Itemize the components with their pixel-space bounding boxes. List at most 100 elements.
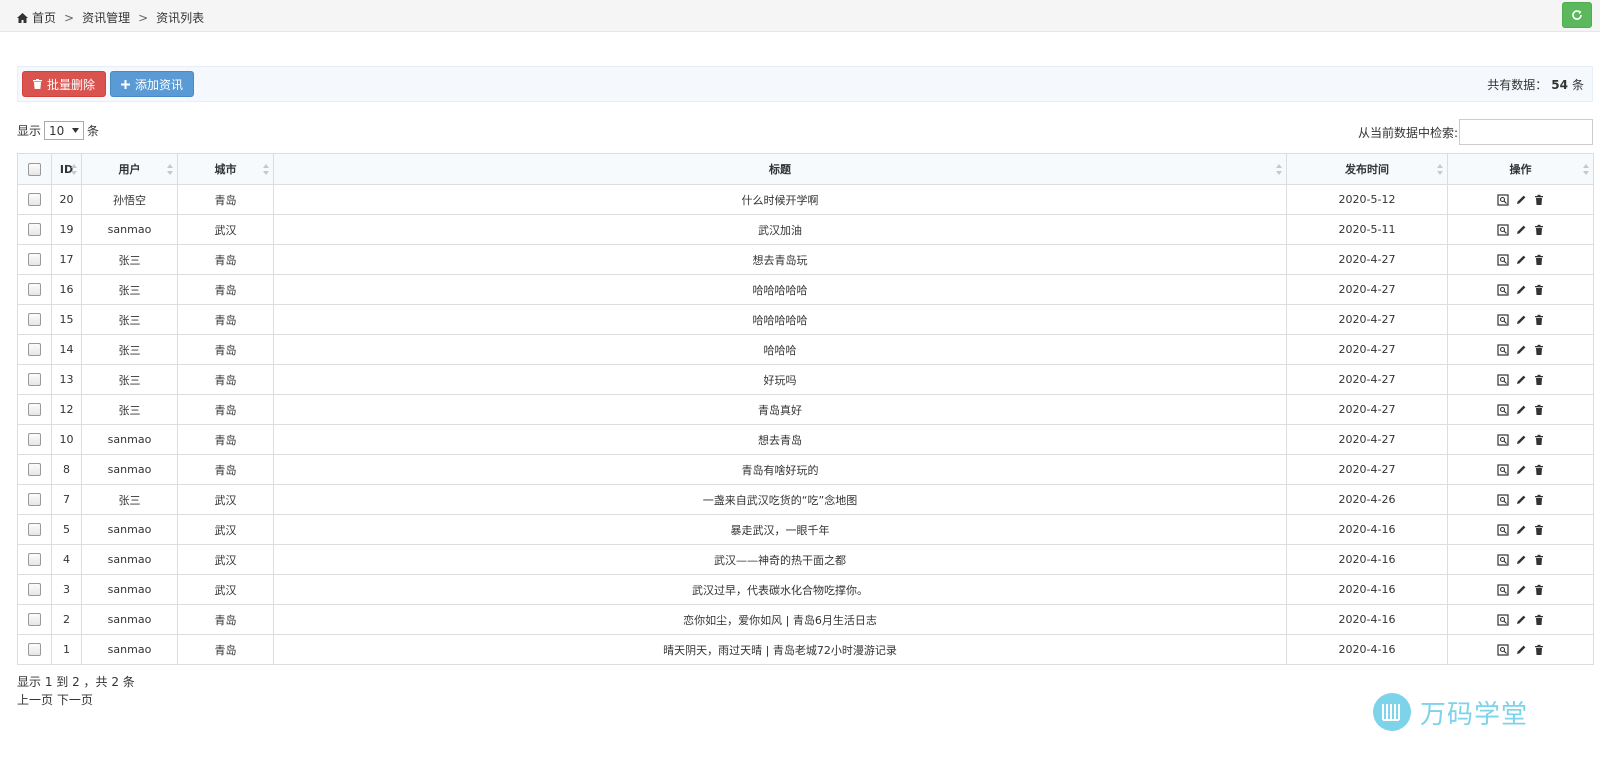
edit-icon[interactable] (1515, 224, 1527, 236)
row-checkbox[interactable] (28, 463, 41, 477)
view-icon[interactable] (1496, 313, 1509, 326)
add-news-button[interactable]: 添加资讯 (110, 71, 194, 97)
row-checkbox[interactable] (28, 493, 41, 507)
cell-user: 张三 (81, 484, 178, 515)
header-select-all (17, 153, 52, 185)
search-input[interactable] (1459, 119, 1593, 145)
delete-icon[interactable] (1533, 584, 1545, 596)
row-actions (1449, 373, 1593, 386)
next-page-link[interactable]: 下一页 (57, 693, 93, 707)
view-icon[interactable] (1496, 583, 1509, 596)
view-icon[interactable] (1496, 373, 1509, 386)
view-icon[interactable] (1496, 403, 1509, 416)
cell-user: 张三 (81, 274, 178, 305)
batch-delete-button[interactable]: 批量删除 (22, 71, 106, 97)
edit-icon[interactable] (1515, 374, 1527, 386)
watermark-text: 万码学堂 (1420, 699, 1529, 730)
header-date[interactable]: 发布时间 (1286, 153, 1448, 185)
view-icon[interactable] (1496, 463, 1509, 476)
view-icon[interactable] (1496, 613, 1509, 626)
delete-icon[interactable] (1533, 224, 1545, 236)
delete-icon[interactable] (1533, 494, 1545, 506)
header-title[interactable]: 标题 (273, 153, 1287, 185)
row-select-cell (17, 334, 52, 365)
row-select-cell (17, 574, 52, 605)
row-checkbox[interactable] (28, 253, 41, 267)
cell-ops (1447, 304, 1594, 335)
delete-icon[interactable] (1533, 434, 1545, 446)
row-checkbox[interactable] (28, 313, 41, 327)
delete-icon[interactable] (1533, 314, 1545, 326)
row-checkbox[interactable] (28, 343, 41, 357)
row-checkbox[interactable] (28, 553, 41, 567)
row-actions (1449, 613, 1593, 626)
header-user[interactable]: 用户 (81, 153, 178, 185)
delete-icon[interactable] (1533, 254, 1545, 266)
breadcrumb-home[interactable]: 首页 (32, 9, 56, 26)
view-icon[interactable] (1496, 283, 1509, 296)
page-length-select[interactable]: 10 (44, 121, 85, 140)
edit-icon[interactable] (1515, 554, 1527, 566)
cell-title: 青岛有啥好玩的 (273, 454, 1287, 485)
refresh-button[interactable] (1562, 2, 1592, 28)
edit-icon[interactable] (1515, 644, 1527, 656)
view-icon[interactable] (1496, 253, 1509, 266)
header-city[interactable]: 城市 (177, 153, 274, 185)
cell-date: 2020-4-27 (1286, 364, 1448, 395)
row-checkbox[interactable] (28, 643, 41, 657)
edit-icon[interactable] (1515, 614, 1527, 626)
row-checkbox[interactable] (28, 583, 41, 597)
view-icon[interactable] (1496, 643, 1509, 656)
cell-id: 8 (51, 454, 82, 485)
row-checkbox[interactable] (28, 373, 41, 387)
edit-icon[interactable] (1515, 284, 1527, 296)
delete-icon[interactable] (1533, 344, 1545, 356)
header-id[interactable]: ID (51, 153, 82, 185)
view-icon[interactable] (1496, 493, 1509, 506)
prev-page-link[interactable]: 上一页 (17, 693, 53, 707)
edit-icon[interactable] (1515, 344, 1527, 356)
edit-icon[interactable] (1515, 314, 1527, 326)
view-icon[interactable] (1496, 223, 1509, 236)
row-checkbox[interactable] (28, 283, 41, 297)
cell-title: 武汉——神奇的热干面之都 (273, 544, 1287, 575)
cell-date: 2020-4-27 (1286, 274, 1448, 305)
row-checkbox[interactable] (28, 403, 41, 417)
cell-date: 2020-4-27 (1286, 304, 1448, 335)
delete-icon[interactable] (1533, 194, 1545, 206)
select-all-checkbox[interactable] (28, 162, 41, 176)
delete-icon[interactable] (1533, 404, 1545, 416)
row-select-cell (17, 214, 52, 245)
edit-icon[interactable] (1515, 524, 1527, 536)
row-checkbox[interactable] (28, 523, 41, 537)
delete-icon[interactable] (1533, 374, 1545, 386)
delete-icon[interactable] (1533, 614, 1545, 626)
cell-ops (1447, 274, 1594, 305)
delete-icon[interactable] (1533, 524, 1545, 536)
table-body: 20 孙悟空 青岛 什么时候开学啊 2020-5-12 19 sanmao 武汉 武汉加油 202… (17, 184, 1594, 665)
view-icon[interactable] (1496, 433, 1509, 446)
edit-icon[interactable] (1515, 494, 1527, 506)
row-select-cell (17, 604, 52, 635)
cell-ops (1447, 244, 1594, 275)
edit-icon[interactable] (1515, 434, 1527, 446)
view-icon[interactable] (1496, 193, 1509, 206)
edit-icon[interactable] (1515, 194, 1527, 206)
view-icon[interactable] (1496, 523, 1509, 536)
cell-title: 哈哈哈哈哈 (273, 274, 1287, 305)
row-checkbox[interactable] (28, 223, 41, 237)
row-checkbox[interactable] (28, 613, 41, 627)
edit-icon[interactable] (1515, 584, 1527, 596)
edit-icon[interactable] (1515, 254, 1527, 266)
edit-icon[interactable] (1515, 464, 1527, 476)
edit-icon[interactable] (1515, 404, 1527, 416)
row-checkbox[interactable] (28, 433, 41, 447)
breadcrumb-news-management[interactable]: 资讯管理 (82, 9, 130, 26)
view-icon[interactable] (1496, 343, 1509, 356)
delete-icon[interactable] (1533, 644, 1545, 656)
delete-icon[interactable] (1533, 554, 1545, 566)
view-icon[interactable] (1496, 553, 1509, 566)
delete-icon[interactable] (1533, 284, 1545, 296)
delete-icon[interactable] (1533, 464, 1545, 476)
row-checkbox[interactable] (28, 193, 41, 207)
